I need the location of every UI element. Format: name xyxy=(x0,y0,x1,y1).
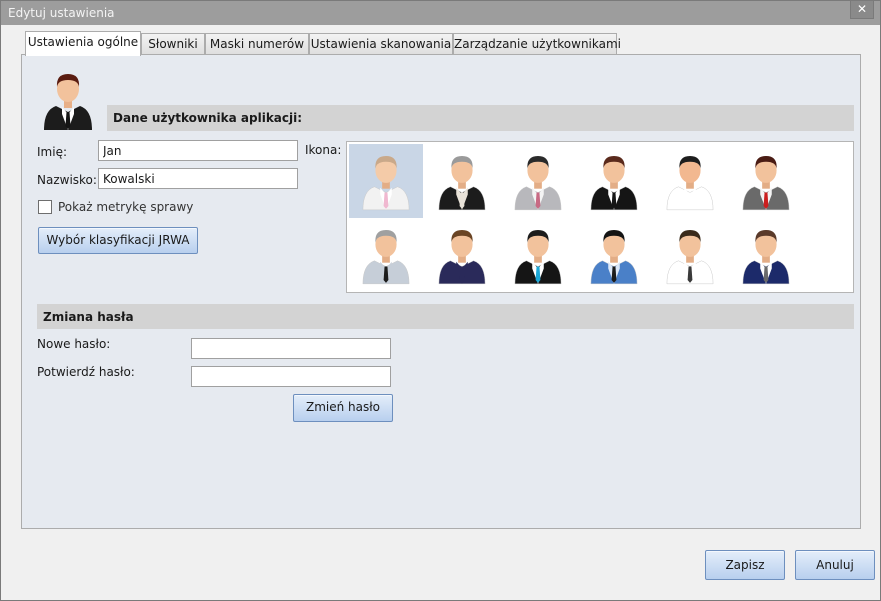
tab-number-masks[interactable]: Maski numerów xyxy=(205,33,309,55)
user-icon-9[interactable] xyxy=(501,218,575,292)
icon-label: Ikona: xyxy=(305,143,342,157)
confirm-password-field[interactable] xyxy=(191,366,391,387)
tab-label: Ustawienia ogólne xyxy=(27,35,139,49)
user-data-header: Dane użytkownika aplikacji: xyxy=(107,105,854,131)
person-icon xyxy=(742,230,790,285)
icon-picker xyxy=(346,141,854,293)
person-icon xyxy=(666,156,714,211)
user-icon-11[interactable] xyxy=(653,218,727,292)
tab-general-settings[interactable]: Ustawienia ogólne xyxy=(25,31,141,56)
person-icon xyxy=(438,156,486,211)
user-avatar-icon xyxy=(44,74,92,130)
user-icon-5[interactable] xyxy=(653,144,727,218)
person-icon xyxy=(514,230,562,285)
new-password-label: Nowe hasło: xyxy=(37,337,111,351)
close-button[interactable]: ✕ xyxy=(850,1,874,19)
user-icon-7[interactable] xyxy=(349,218,423,292)
settings-dialog: Edytuj ustawienia ✕ Ustawienia ogólne Sł… xyxy=(0,0,881,601)
jrwa-classification-button[interactable]: Wybór klasyfikacji JRWA xyxy=(38,227,198,254)
cancel-button[interactable]: Anuluj xyxy=(795,550,875,580)
user-icon-8[interactable] xyxy=(425,218,499,292)
tab-label: Słowniki xyxy=(148,37,198,51)
change-password-button[interactable]: Zmień hasło xyxy=(293,394,393,422)
person-icon xyxy=(590,156,638,211)
last-name-field[interactable] xyxy=(98,168,298,189)
title-bar[interactable]: Edytuj ustawienia ✕ xyxy=(1,1,880,25)
first-name-field[interactable] xyxy=(98,140,298,161)
person-icon xyxy=(362,156,410,211)
user-icon-12[interactable] xyxy=(729,218,803,292)
person-icon xyxy=(742,156,790,211)
tab-label: Maski numerów xyxy=(209,37,305,51)
person-icon xyxy=(590,230,638,285)
user-icon-4[interactable] xyxy=(577,144,651,218)
window-title: Edytuj ustawienia xyxy=(8,6,115,20)
user-icon-10[interactable] xyxy=(577,218,651,292)
person-icon xyxy=(362,230,410,285)
user-icon-6[interactable] xyxy=(729,144,803,218)
tab-label: Zarządzanie użytkownikami xyxy=(454,37,622,51)
tab-label: Ustawienia skanowania xyxy=(310,37,452,51)
tab-scan-settings[interactable]: Ustawienia skanowania xyxy=(309,33,453,55)
person-icon xyxy=(666,230,714,285)
first-name-label: Imię: xyxy=(37,145,67,159)
tab-user-management[interactable]: Zarządzanie użytkownikami xyxy=(453,33,621,55)
confirm-password-label: Potwierdź hasło: xyxy=(37,365,135,379)
user-icon-1[interactable] xyxy=(349,144,423,218)
last-name-label: Nazwisko: xyxy=(37,173,97,187)
user-icon-2[interactable] xyxy=(425,144,499,218)
person-icon xyxy=(438,230,486,285)
show-metric-checkbox[interactable] xyxy=(38,200,52,214)
tab-dictionaries[interactable]: Słowniki xyxy=(141,33,205,55)
password-change-header: Zmiana hasła xyxy=(37,304,854,329)
close-icon: ✕ xyxy=(856,2,868,16)
show-metric-label: Pokaż metrykę sprawy xyxy=(58,200,194,214)
person-icon xyxy=(514,156,562,211)
save-button[interactable]: Zapisz xyxy=(705,550,785,580)
new-password-field[interactable] xyxy=(191,338,391,359)
user-icon-3[interactable] xyxy=(501,144,575,218)
